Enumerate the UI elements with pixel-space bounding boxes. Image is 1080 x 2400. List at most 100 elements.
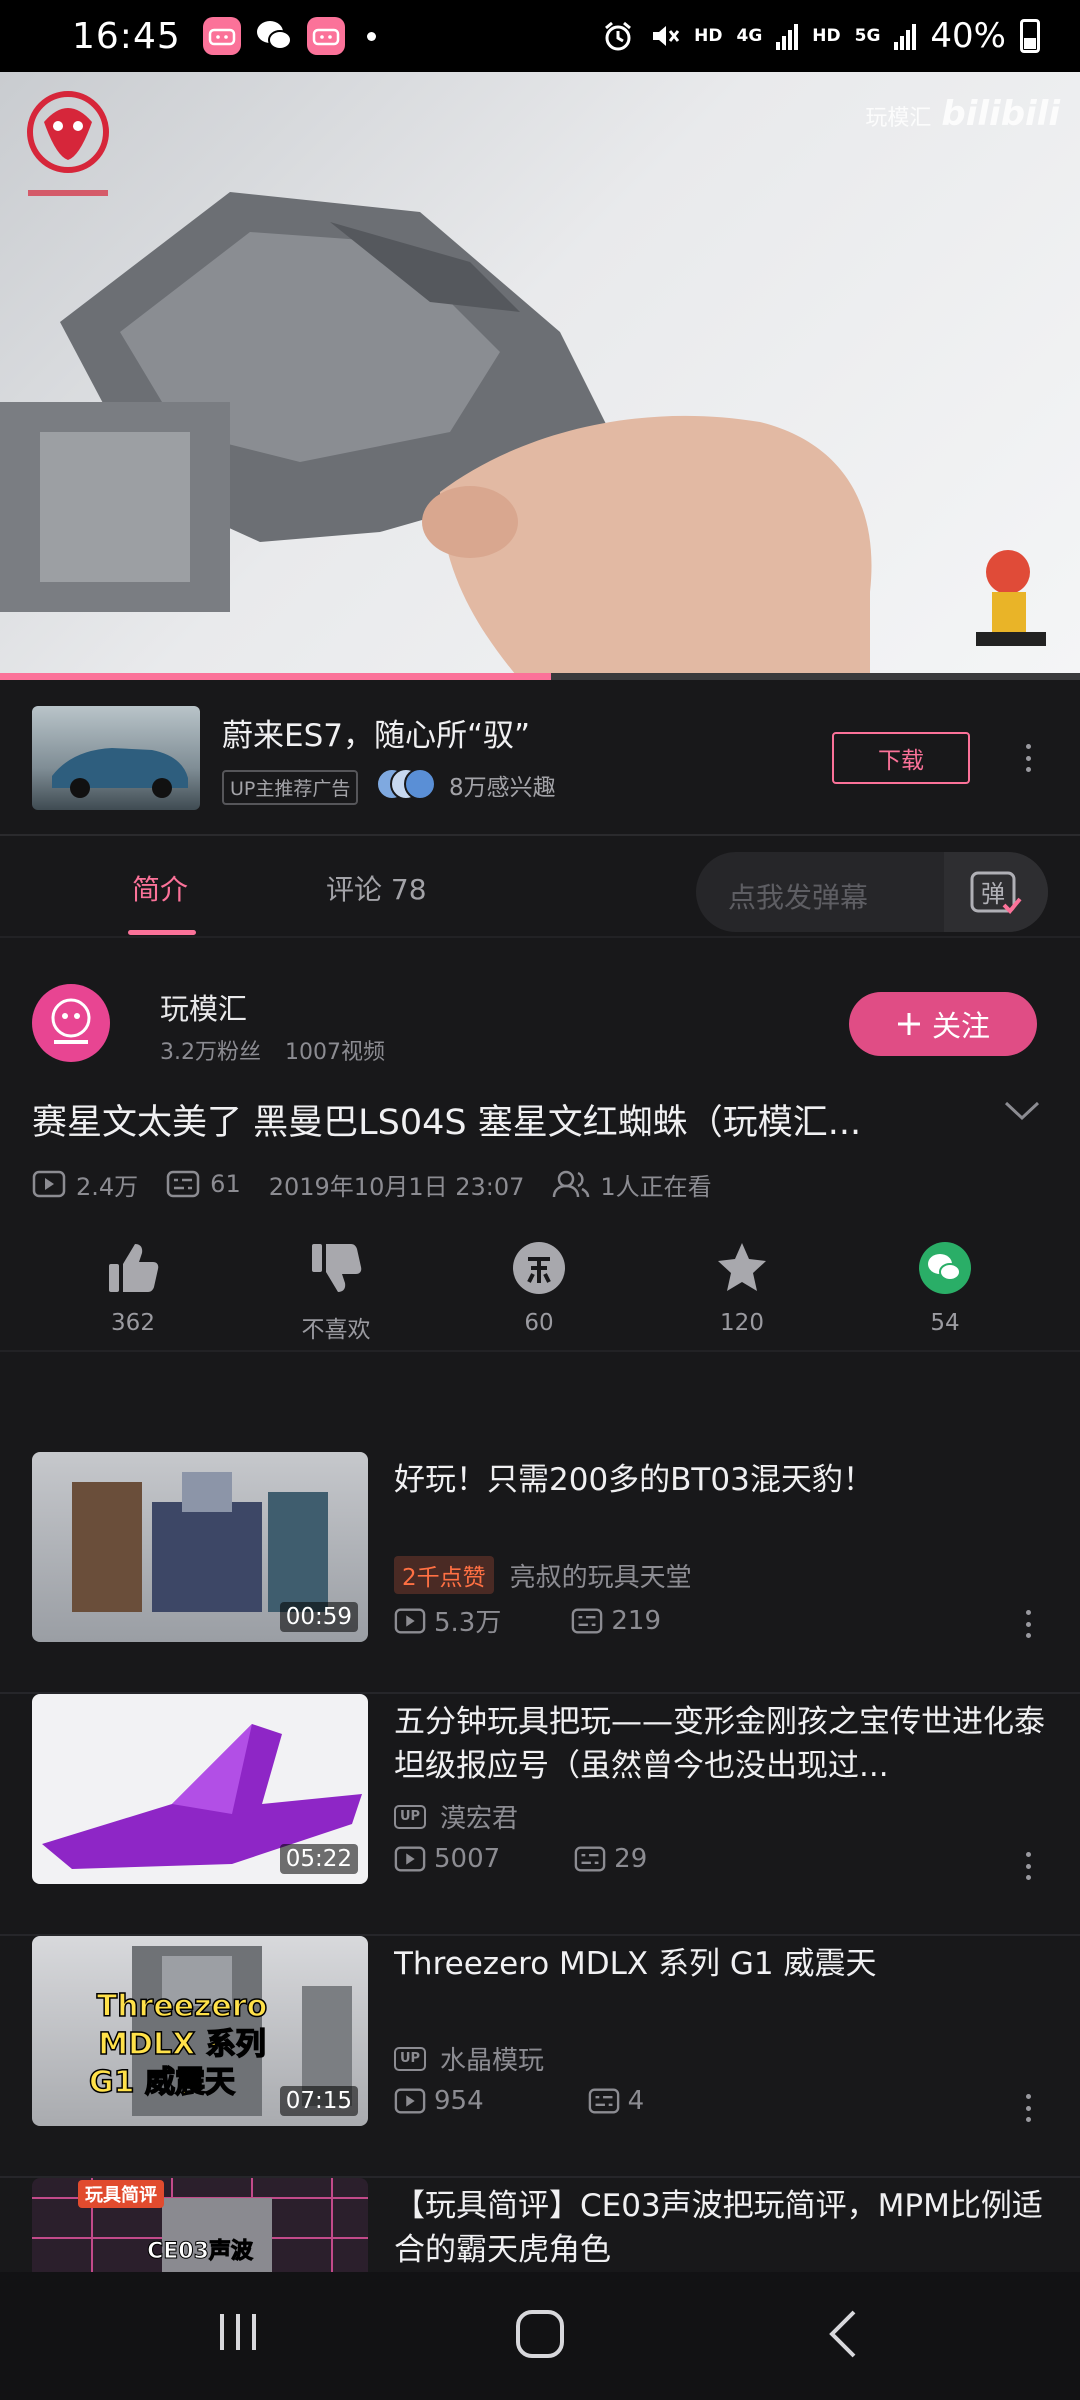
- system-nav-bar: [0, 2272, 1080, 2400]
- more-options-icon[interactable]: [1025, 2094, 1031, 2122]
- uploader-avatar[interactable]: [32, 984, 110, 1062]
- watermark-brand: bilibili: [941, 94, 1060, 134]
- thumbs-down-icon: [312, 1244, 362, 1292]
- mute-icon: [653, 26, 680, 46]
- more-options-icon[interactable]: [1025, 1852, 1031, 1880]
- channel-watermark-logo: [22, 86, 114, 220]
- watermark-channel: 玩模汇: [865, 106, 932, 131]
- uploader-name[interactable]: 玩模汇: [160, 986, 247, 1028]
- svg-text:MDLX 系列: MDLX 系列: [98, 2027, 265, 2062]
- video-meta: 2.4万 61 2019年10月1日 23:07 1人正在看: [32, 1166, 712, 1202]
- star-icon: [718, 1243, 766, 1291]
- network-4g-label: 4G: [736, 26, 763, 46]
- coin-button[interactable]: 60: [479, 1240, 599, 1336]
- play-count-icon: [394, 2087, 426, 2115]
- play-count-icon: [394, 1845, 426, 1873]
- related-video-stats: 5.3万 219: [394, 1602, 661, 1639]
- related-video-stats: 5007 29: [394, 1844, 647, 1874]
- like-button[interactable]: 362: [73, 1240, 193, 1336]
- detail-tabs: 简介 评论 78 点我发弹幕 弹: [0, 838, 1080, 938]
- video-player[interactable]: 玩模汇 bilibili: [0, 72, 1080, 680]
- uploader-video-count: 1007视频: [285, 1040, 385, 1065]
- avatar: [404, 768, 436, 800]
- video-progress-bar[interactable]: [0, 673, 1080, 680]
- hot-badge: 2千点赞: [394, 1556, 494, 1594]
- signal-icon: [776, 24, 799, 50]
- back-icon[interactable]: [820, 2308, 868, 2364]
- wechat-icon: [919, 1242, 971, 1294]
- follow-label: 关注: [931, 1009, 990, 1043]
- related-video-item[interactable]: 玩具简评 CE03声波 【玩具简评】CE03声波把玩简评，MPM比例适合的霸天虎…: [0, 2178, 1080, 2272]
- dislike-label: 不喜欢: [301, 1317, 371, 1343]
- ad-card[interactable]: 蔚来ES7，随心所“驭” UP主推荐广告 8万感兴趣 下载: [0, 680, 1080, 836]
- related-danmaku-count: 29: [614, 1844, 648, 1874]
- related-video-source: UP 水晶模玩: [394, 2040, 544, 2077]
- network-5g-label: 5G: [854, 26, 881, 46]
- up-icon: UP: [394, 2046, 426, 2071]
- expand-chevron-icon[interactable]: [1004, 1100, 1040, 1126]
- related-video-stats: 954 4: [394, 2086, 644, 2116]
- related-video-item[interactable]: 00:59 好玩！只需200多的BT03混天豹！ 2千点赞 亮叔的玩具天堂 5.…: [0, 1452, 1080, 1694]
- related-video-thumbnail: 05:22: [32, 1694, 368, 1884]
- more-notifications-dot: [366, 31, 376, 41]
- share-wechat-button[interactable]: 54: [885, 1240, 1005, 1336]
- danmaku-input[interactable]: 点我发弹幕: [728, 876, 868, 916]
- more-options-icon[interactable]: [1025, 1610, 1031, 1638]
- video-frame-image: [0, 192, 1046, 680]
- svg-text:弹: 弹: [981, 880, 1005, 908]
- favorite-count: 120: [720, 1310, 764, 1336]
- plus-icon: [897, 1013, 920, 1035]
- video-progress-fill: [0, 673, 551, 680]
- svg-text:玩具简评: 玩具简评: [85, 2184, 157, 2206]
- dislike-button[interactable]: 不喜欢: [276, 1240, 396, 1344]
- svg-text:CE03声波: CE03声波: [147, 2239, 254, 2264]
- svg-text:G1 威震天: G1 威震天: [89, 2065, 235, 2100]
- danmaku-count-icon: [166, 1170, 200, 1198]
- related-video-title: 五分钟玩具把玩——变形金刚孩之宝传世进化泰坦级报应号（虽然曾今也没出现过...: [394, 1704, 1045, 1784]
- publish-date: 2019年10月1日 23:07: [268, 1172, 525, 1201]
- follow-button[interactable]: 关注: [849, 992, 1037, 1056]
- tab-comments[interactable]: 评论 78: [326, 868, 427, 908]
- related-video-source: UP 漠宏君: [394, 1798, 518, 1835]
- related-video-item[interactable]: 05:22 五分钟玩具把玩——变形金刚孩之宝传世进化泰坦级报应号（虽然曾今也没出…: [0, 1694, 1080, 1936]
- favorite-button[interactable]: 120: [682, 1240, 802, 1336]
- related-view-count: 954: [434, 2086, 484, 2116]
- viewers-icon: [552, 1169, 590, 1199]
- related-video-title: Threezero MDLX 系列 G1 威震天: [394, 1946, 877, 1982]
- play-count-icon: [394, 1607, 426, 1635]
- related-danmaku-count: 219: [611, 1605, 661, 1636]
- danmaku-toggle-button[interactable]: 弹: [944, 852, 1048, 932]
- svg-text:Threezero: Threezero: [97, 1989, 268, 2024]
- like-count: 362: [111, 1310, 155, 1336]
- tab-active-indicator: [128, 930, 196, 935]
- related-video-thumbnail: 玩具简评 CE03声波: [32, 2178, 368, 2272]
- recent-apps-icon[interactable]: [214, 2308, 262, 2360]
- ad-more-icon[interactable]: [1025, 744, 1031, 772]
- ad-interest-avatars: [376, 768, 440, 802]
- related-video-author: 漠宏君: [440, 1804, 519, 1834]
- related-video-thumbnail: Threezero MDLX 系列 G1 威震天 07:15: [32, 1936, 368, 2126]
- tab-intro[interactable]: 简介: [132, 868, 188, 908]
- related-view-count: 5.3万: [434, 1608, 502, 1638]
- ad-title: 蔚来ES7，随心所“驭”: [222, 718, 531, 754]
- home-icon[interactable]: [514, 2308, 566, 2364]
- uploader-fans: 3.2万粉丝: [160, 1040, 261, 1065]
- related-video-title: 【玩具简评】CE03声波把玩简评，MPM比例适合的霸天虎角色: [394, 2188, 1043, 2268]
- related-danmaku-count: 4: [627, 2086, 645, 2116]
- danmaku-count-icon: [588, 2087, 620, 2115]
- ad-tag: UP主推荐广告: [222, 770, 359, 805]
- related-video-author: 水晶模玩: [440, 2046, 545, 2076]
- view-count: 2.4万: [76, 1172, 139, 1201]
- status-bar: 16:45 HD 4G HD 5G 40%: [0, 0, 1080, 72]
- ad-download-button[interactable]: 下载: [832, 732, 970, 784]
- danmaku-input-box[interactable]: 点我发弹幕 弹: [696, 852, 1048, 932]
- battery-percent: 40%: [930, 16, 1006, 56]
- related-view-count: 5007: [434, 1844, 501, 1874]
- danmaku-count-icon: [571, 1607, 603, 1635]
- video-duration: 05:22: [279, 1844, 358, 1874]
- alarm-icon: [605, 21, 632, 51]
- wechat-notification-icon: [255, 17, 293, 55]
- related-video-item[interactable]: Threezero MDLX 系列 G1 威震天 07:15 Threezero…: [0, 1936, 1080, 2178]
- related-video-author: 亮叔的玩具天堂: [509, 1562, 692, 1593]
- ad-interest-count: 8万感兴趣: [449, 775, 556, 801]
